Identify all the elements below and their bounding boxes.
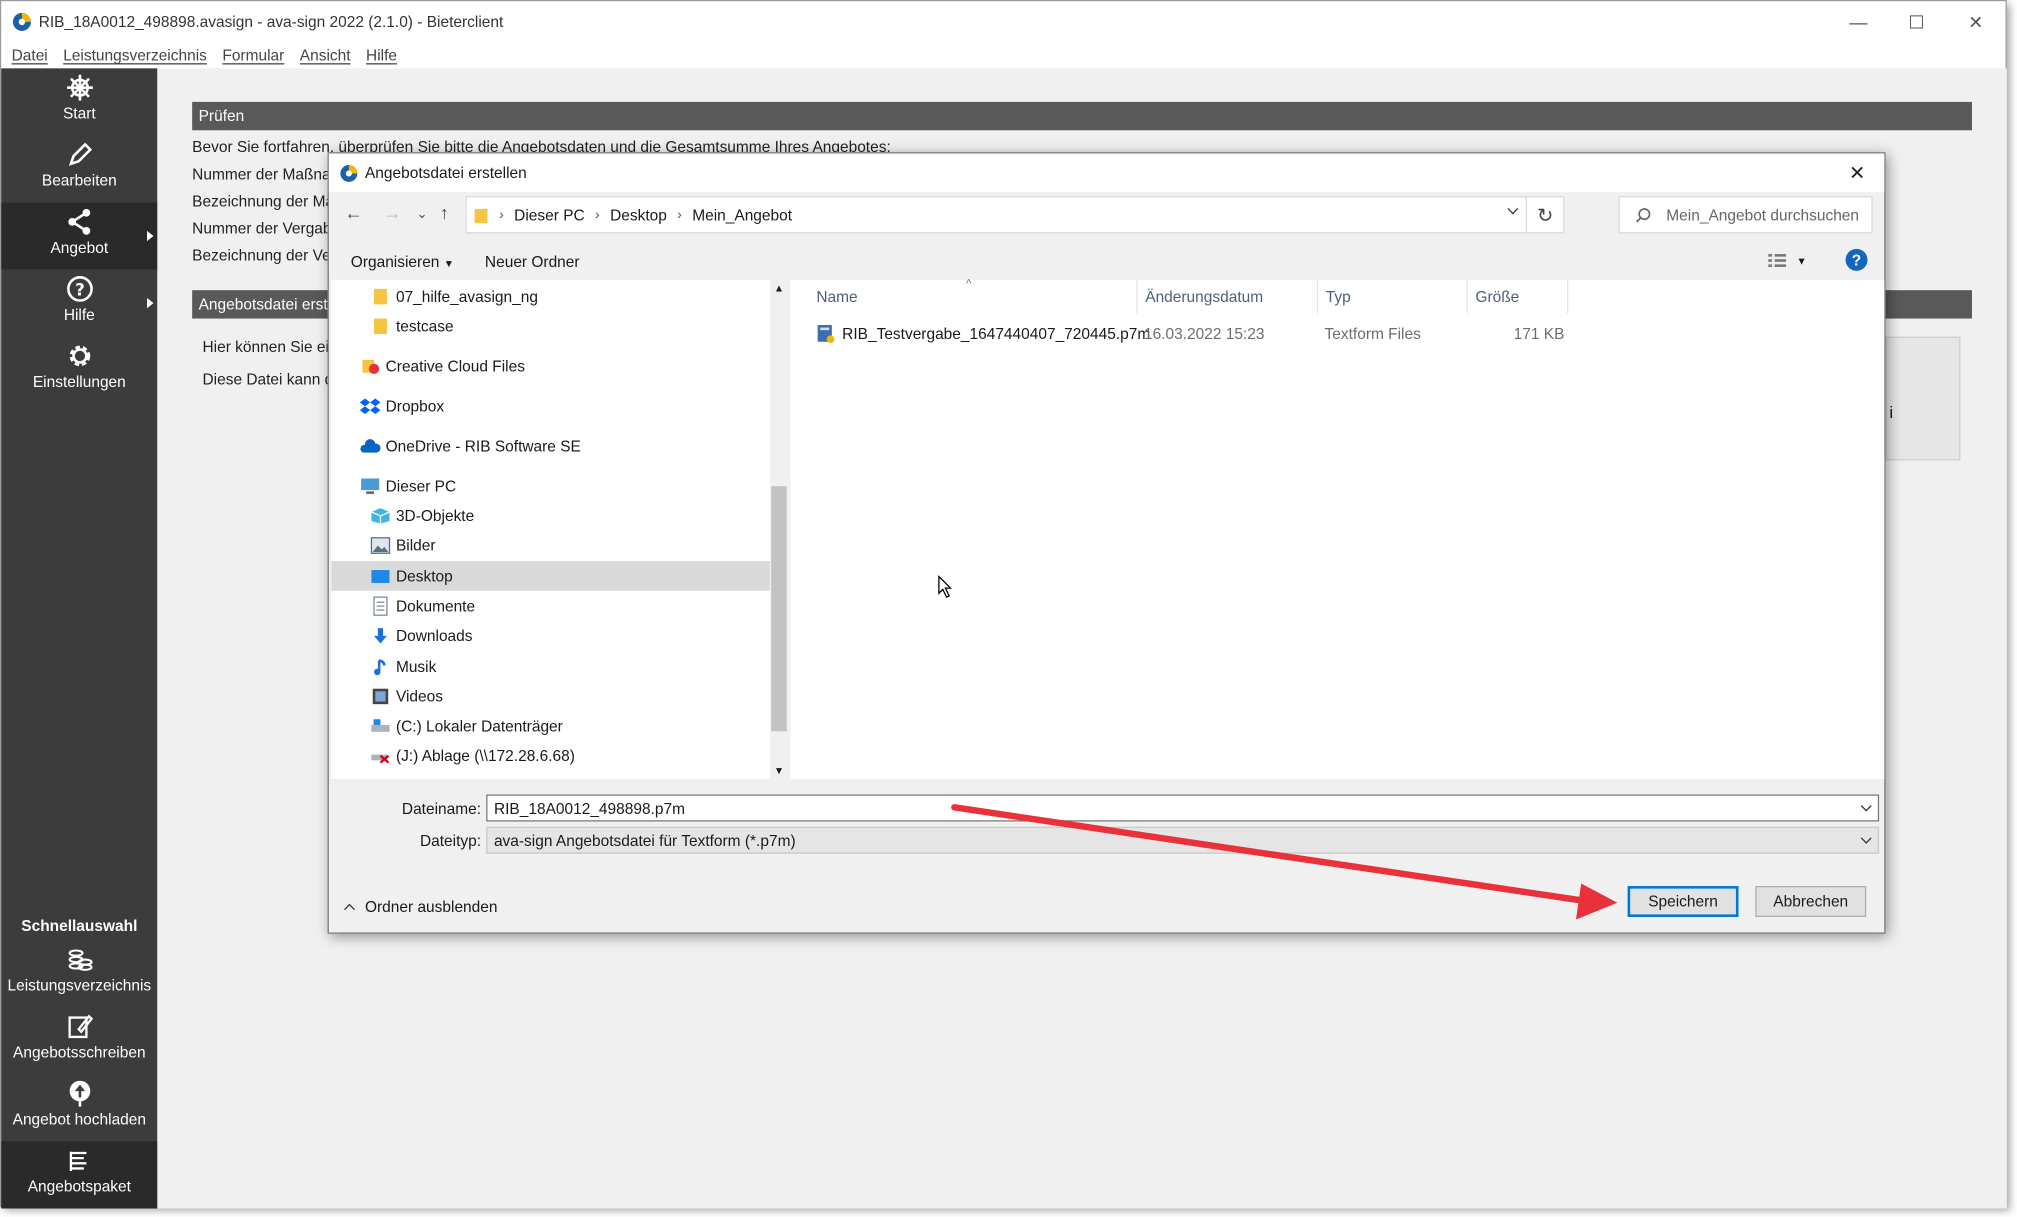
annotation-arrow-shaft — [951, 804, 1593, 905]
annotation-arrow-head — [1576, 883, 1618, 920]
annotation-arrow — [951, 804, 1618, 920]
